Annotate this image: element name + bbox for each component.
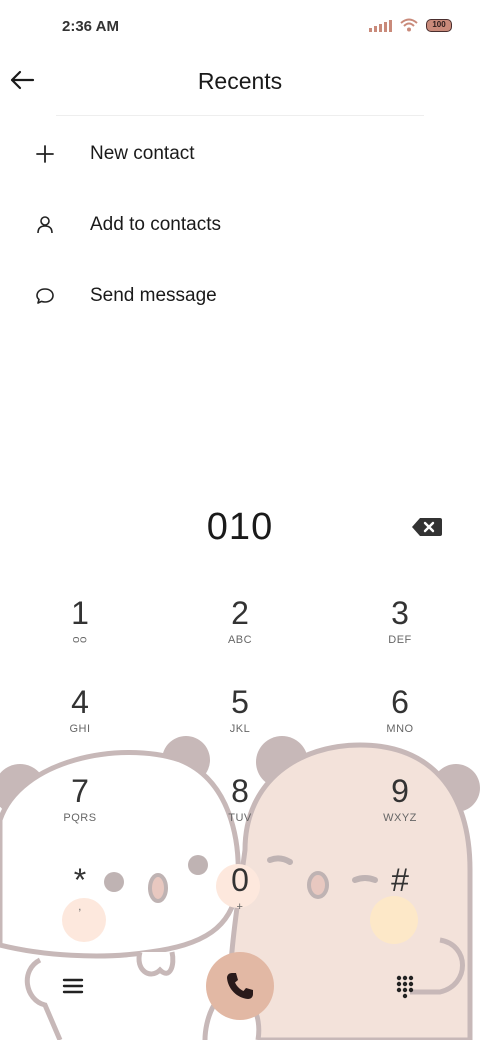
menu-icon bbox=[62, 978, 84, 994]
action-list: New contact Add to contacts Send message bbox=[0, 118, 480, 331]
key-letters: DEF bbox=[388, 634, 412, 647]
status-bar: 2:36 AM 100 bbox=[0, 0, 480, 56]
key-letters: TUV bbox=[228, 812, 252, 825]
key-6[interactable]: 6 MNO bbox=[340, 679, 460, 759]
key-letters: MNO bbox=[386, 723, 414, 736]
key-letters: , bbox=[78, 901, 82, 914]
new-contact-label: New contact bbox=[90, 142, 195, 164]
header-divider bbox=[56, 115, 424, 116]
key-9[interactable]: 9 WXYZ bbox=[340, 768, 460, 848]
menu-button[interactable] bbox=[56, 970, 90, 1002]
new-contact-item[interactable]: New contact bbox=[0, 118, 480, 189]
signal-icon bbox=[369, 18, 392, 32]
plus-icon bbox=[34, 143, 56, 165]
key-letters: ABC bbox=[227, 634, 253, 647]
key-digit: 9 bbox=[391, 773, 409, 809]
key-5[interactable]: 5 JKL bbox=[180, 679, 300, 759]
key-7[interactable]: 7 PQRS bbox=[20, 768, 140, 848]
status-time: 2:36 AM bbox=[62, 18, 119, 35]
key-digit: 2 bbox=[231, 595, 249, 631]
add-to-contacts-item[interactable]: Add to contacts bbox=[0, 189, 480, 260]
key-digit: 0 bbox=[231, 862, 249, 898]
key-star[interactable]: * , bbox=[20, 857, 140, 937]
app-header: Recents bbox=[0, 56, 480, 116]
send-message-label: Send message bbox=[90, 284, 217, 306]
key-digit: 8 bbox=[231, 773, 249, 809]
key-digit: 7 bbox=[71, 773, 89, 809]
key-digit: * bbox=[73, 862, 87, 898]
send-message-item[interactable]: Send message bbox=[0, 260, 480, 331]
phone-icon bbox=[227, 973, 253, 999]
dialer-bottom-bar bbox=[0, 952, 480, 1022]
key-letters: PQRS bbox=[63, 812, 97, 825]
key-letters: JKL bbox=[229, 723, 251, 736]
key-digit: 5 bbox=[231, 684, 249, 720]
backspace-icon bbox=[412, 518, 442, 536]
dialed-number: 010 bbox=[206, 506, 274, 548]
key-digit: 6 bbox=[391, 684, 409, 720]
key-0[interactable]: 0 + bbox=[180, 857, 300, 937]
key-hash[interactable]: # bbox=[340, 857, 460, 937]
battery-level: 100 bbox=[432, 20, 446, 29]
call-button[interactable] bbox=[206, 952, 274, 1020]
key-2[interactable]: 2 ABC bbox=[180, 590, 300, 670]
key-letters: WXYZ bbox=[383, 812, 417, 825]
battery-icon: 100 bbox=[426, 18, 452, 32]
key-3[interactable]: 3 DEF bbox=[340, 590, 460, 670]
key-digit: 4 bbox=[71, 684, 89, 720]
page-title: Recents bbox=[197, 68, 283, 94]
add-to-contacts-label: Add to contacts bbox=[90, 213, 221, 235]
chat-bubble-icon bbox=[34, 285, 56, 307]
key-8[interactable]: 8 TUV bbox=[180, 768, 300, 848]
status-icons: 100 bbox=[369, 18, 452, 32]
keypad-toggle-button[interactable] bbox=[388, 970, 422, 1004]
key-4[interactable]: 4 GHI bbox=[20, 679, 140, 759]
person-icon bbox=[34, 214, 56, 236]
wifi-icon bbox=[400, 18, 418, 32]
key-letters: GHI bbox=[69, 723, 91, 736]
key-1[interactable]: 1 ᴑᴑ bbox=[20, 590, 140, 670]
backspace-button[interactable] bbox=[410, 514, 444, 540]
key-digit: # bbox=[391, 862, 409, 898]
key-digit: 1 bbox=[71, 595, 89, 631]
key-letters: + bbox=[236, 901, 244, 914]
keypad-icon bbox=[396, 975, 414, 999]
voicemail-icon: ᴑᴑ bbox=[72, 634, 88, 647]
key-digit: 3 bbox=[391, 595, 409, 631]
